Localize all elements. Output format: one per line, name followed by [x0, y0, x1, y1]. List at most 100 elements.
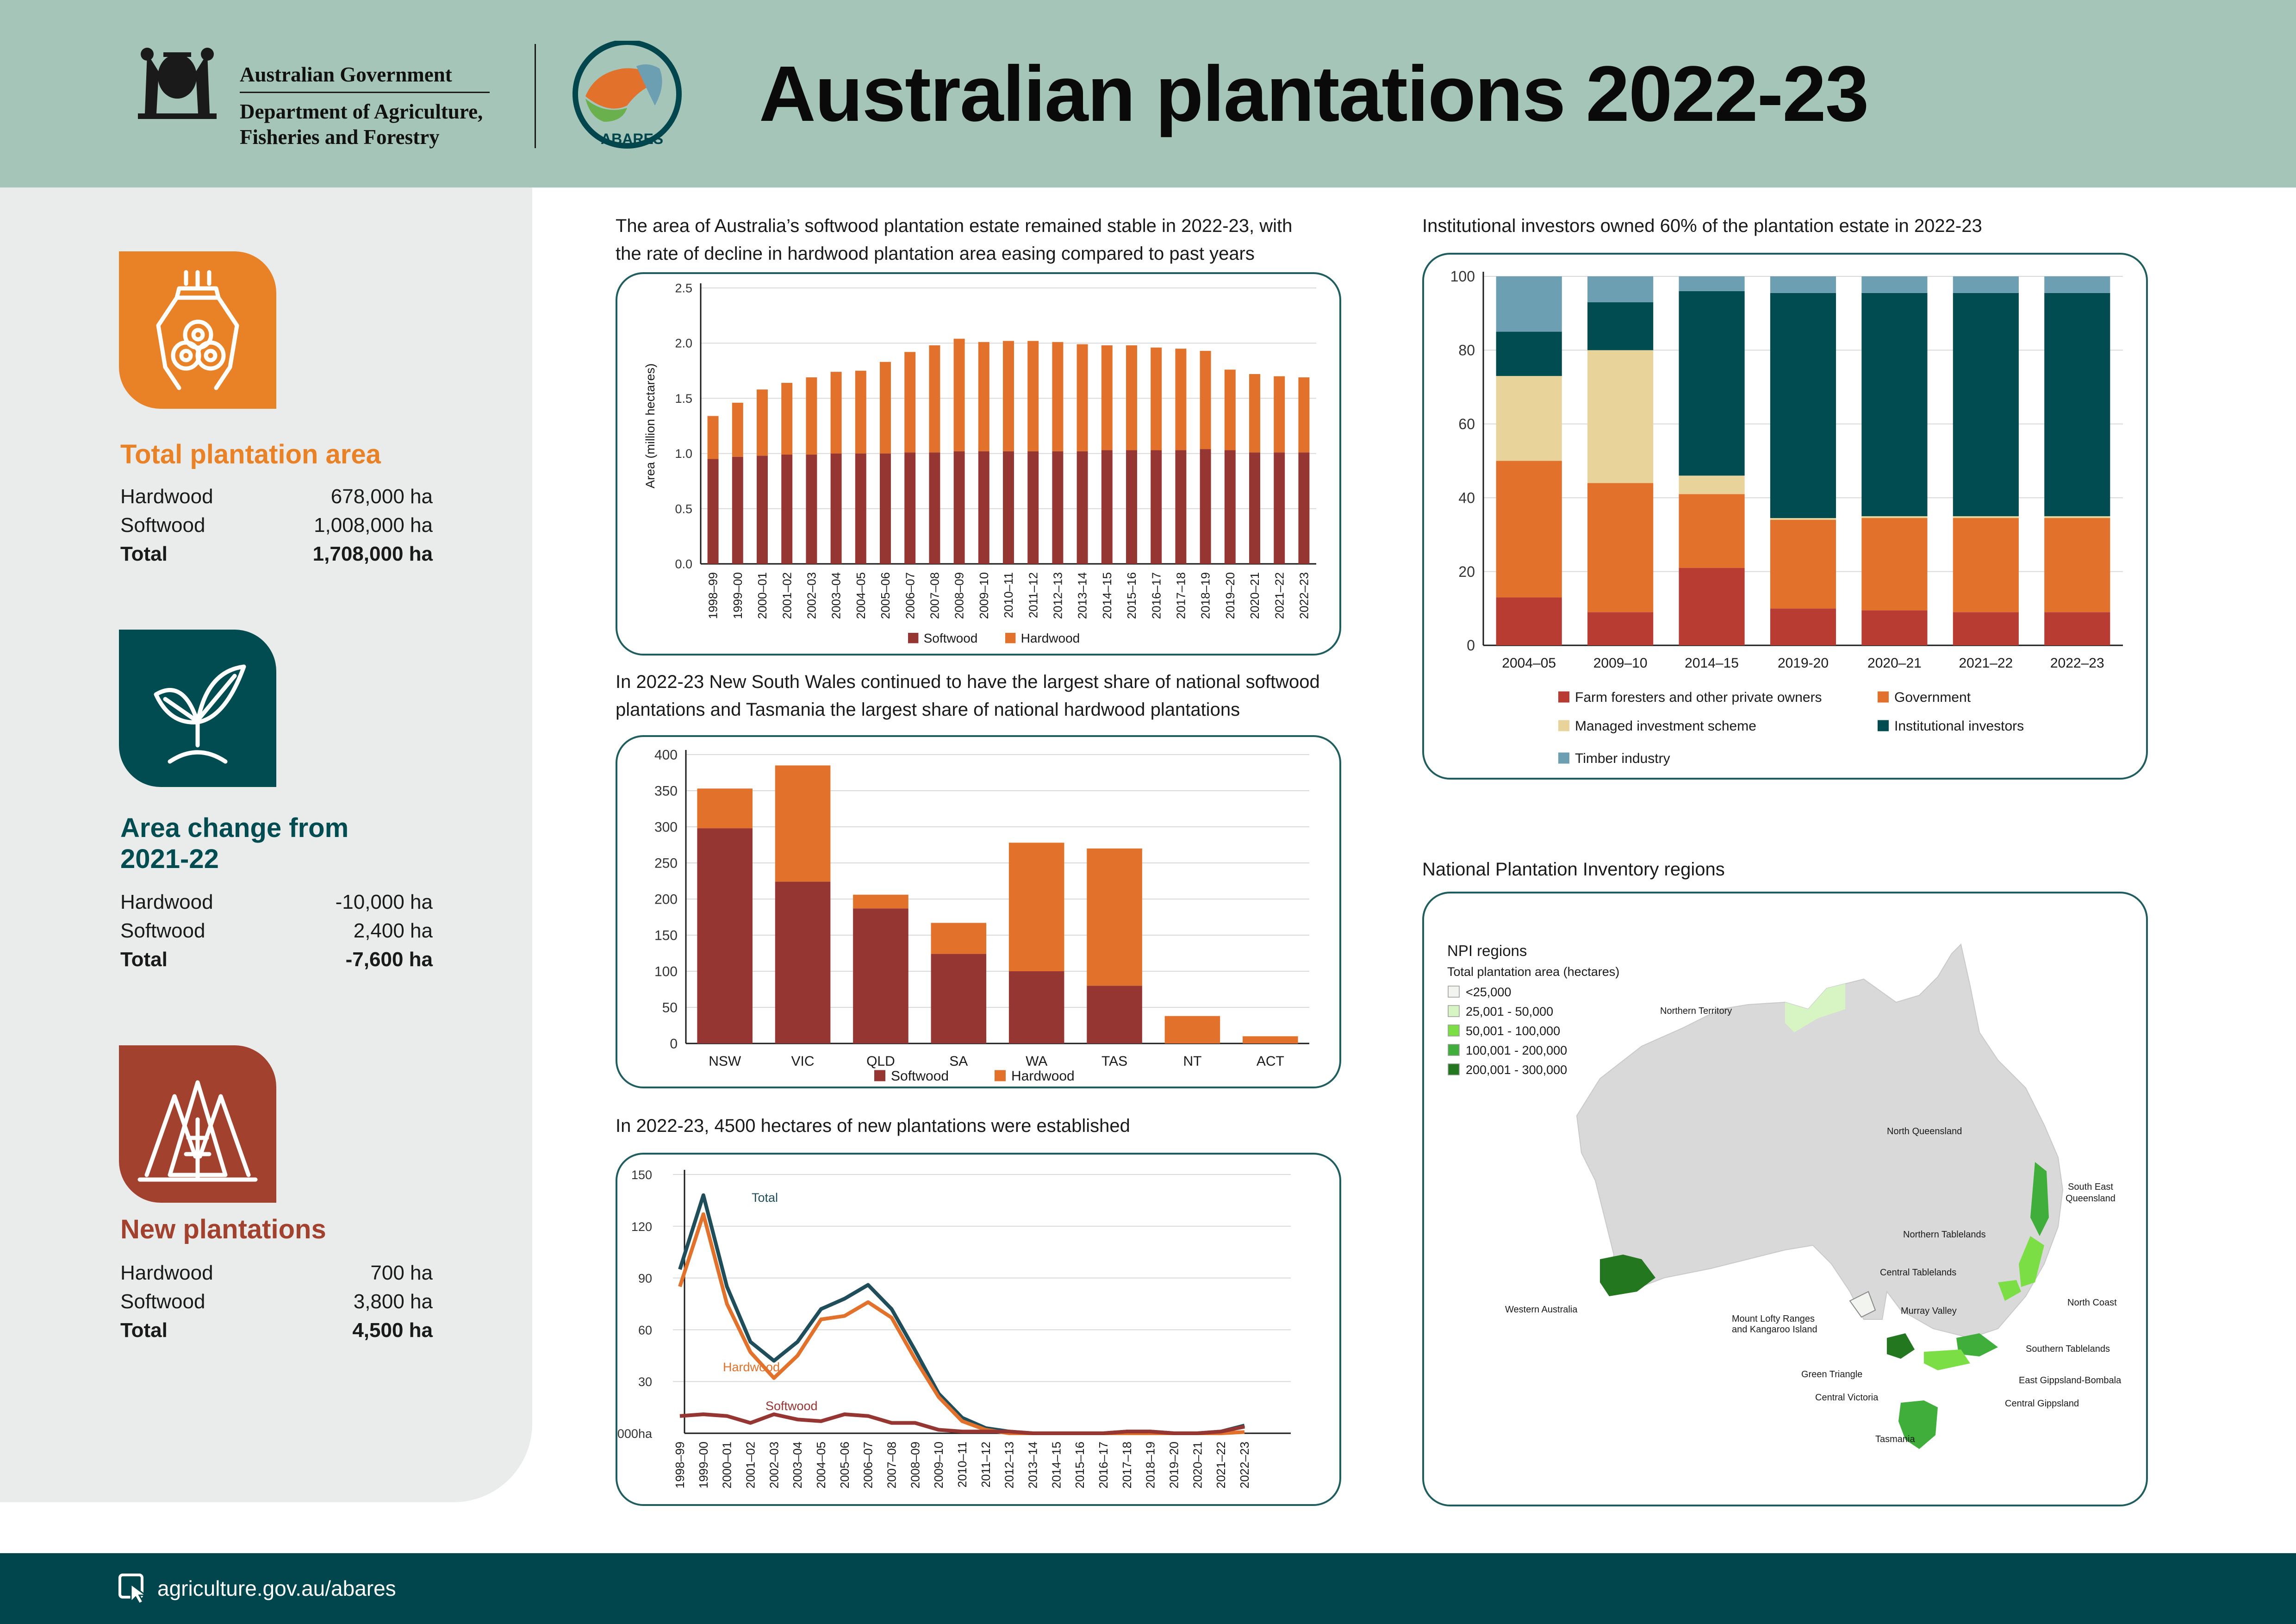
map-panel: NPI regions Total plantation area (hecta… — [1422, 892, 2148, 1506]
series-label-hardwood: Hardwood — [723, 1360, 780, 1374]
bar-segment — [2044, 516, 2110, 518]
map-legend-swatch — [1448, 1005, 1460, 1017]
bar-segment — [1496, 331, 1562, 376]
total-area-row-total: Total 1,708,000 ha — [120, 543, 433, 566]
bar-segment — [1052, 342, 1064, 451]
bar-segment — [1861, 276, 1928, 293]
bar-segment — [1243, 1036, 1298, 1043]
bar-segment — [1249, 452, 1260, 564]
region-label-ntab: Northern Tablelands — [1903, 1230, 1986, 1240]
bar-segment — [2044, 612, 2110, 645]
row-label: Total — [120, 543, 168, 565]
bar-segment — [904, 352, 916, 453]
bar-segment — [2044, 518, 2110, 612]
bar-segment — [1770, 608, 1836, 645]
y-tick-label: 0.0 — [675, 557, 692, 571]
bar-segment — [781, 383, 793, 455]
bar-segment — [1175, 450, 1187, 564]
y-axis-title: Area (million hectares) — [643, 363, 657, 488]
row-label: Total — [120, 1319, 168, 1342]
bar-segment — [978, 451, 989, 564]
y-tick-label: 400 — [654, 748, 678, 763]
bar-segment — [953, 451, 965, 564]
x-tick-label: 2020–21 — [1248, 572, 1262, 619]
x-tick-label: 2012–13 — [1002, 1442, 1016, 1488]
map-legend-label: 100,001 - 200,000 — [1466, 1043, 1567, 1057]
bar-segment — [1770, 520, 1836, 609]
bar-segment — [830, 372, 842, 454]
row-label: Total — [120, 948, 168, 971]
x-tick-label: 2004–05 — [1502, 656, 1556, 671]
x-tick-label: NT — [1183, 1054, 1201, 1069]
bar-segment — [1679, 494, 1745, 568]
x-tick-label: 2004–05 — [814, 1442, 828, 1488]
x-tick-label: 2007–08 — [928, 572, 942, 619]
bar-segment — [1953, 612, 2019, 645]
pine-trees-icon — [137, 1080, 258, 1182]
row-value: 4,500 ha — [352, 1319, 433, 1342]
x-tick-label: 2020–21 — [1867, 656, 1922, 671]
legend-label: Institutional investors — [1894, 718, 2024, 734]
x-tick-label: 2015–16 — [1125, 572, 1139, 619]
bar-segment — [1953, 276, 2019, 293]
y-tick-label: 250 — [654, 856, 678, 871]
coat-of-arms-icon — [119, 44, 235, 123]
bar-segment — [1770, 293, 1836, 518]
x-tick-label: WA — [1026, 1054, 1047, 1069]
legend-label: Softwood — [924, 631, 978, 645]
bar-segment — [1175, 349, 1187, 450]
row-value: 678,000 ha — [330, 485, 433, 508]
map-legend-subtitle: Total plantation area (hectares) — [1447, 965, 1619, 979]
map-legend: <25,000 25,001 - 50,000 50,001 - 100,000 10… — [1448, 985, 1567, 1077]
bar-segment — [1008, 971, 1064, 1043]
x-tick-label: 2002–03 — [805, 572, 819, 619]
bar-segment — [1076, 451, 1088, 564]
y-tick-label: 100 — [1450, 268, 1475, 285]
series-line-total — [678, 1193, 1245, 1435]
region-label-ncoast: North Coast — [2067, 1298, 2117, 1308]
bar-segment — [1008, 843, 1064, 971]
bar-segment — [1496, 597, 1562, 645]
bar-segment — [1587, 276, 1654, 302]
row-value: 1,708,000 ha — [312, 543, 433, 565]
x-tick-label: 2001–02 — [744, 1442, 758, 1488]
bar-segment — [1027, 451, 1039, 564]
x-tick-label: 2021–22 — [1959, 656, 2013, 671]
area-change-heading-2: 2021-22 — [120, 844, 219, 874]
new-plantations-row-hardwood: Hardwood 700 ha — [120, 1262, 433, 1285]
x-tick-label: 2019-20 — [1778, 656, 1829, 671]
bar-segment — [732, 402, 743, 457]
series-label-softwood: Softwood — [765, 1399, 818, 1413]
x-tick-label: 2000–01 — [755, 572, 769, 619]
x-tick-label: TAS — [1101, 1054, 1127, 1069]
region-label-tas: Tasmania — [1875, 1434, 1915, 1444]
gov-line-3: Fisheries and Forestry — [240, 125, 440, 149]
bar-segment — [953, 338, 965, 451]
bar-segment — [1224, 450, 1236, 564]
x-tick-label: 2005–06 — [838, 1442, 852, 1488]
y-tick-label: 120 — [631, 1220, 652, 1234]
region-label-cv: Central Victoria — [1815, 1393, 1879, 1403]
y-tick-label: 50 — [662, 1000, 678, 1016]
plantation-area-icon-box — [119, 251, 276, 409]
x-tick-label: 2021–22 — [1214, 1442, 1228, 1488]
map-legend-swatch — [1448, 1044, 1460, 1056]
map-legend-label: 50,001 - 100,000 — [1466, 1024, 1560, 1038]
new-plantations-row-total: Total 4,500 ha — [120, 1319, 433, 1342]
bar-segment — [1298, 377, 1310, 453]
page-title: Australian plantations 2022-23 — [759, 50, 1869, 138]
bar-segment — [1587, 302, 1654, 350]
map-legend-swatch — [1448, 986, 1460, 998]
region-label-seq-2: Queensland — [2066, 1193, 2116, 1204]
footer-url-link[interactable]: agriculture.gov.au/abares — [157, 1576, 396, 1601]
bar-segment — [775, 765, 831, 882]
y-tick-label: 90 — [638, 1272, 652, 1286]
bar-segment — [697, 788, 753, 829]
legend-swatch — [1878, 691, 1889, 703]
row-label: Hardwood — [120, 485, 213, 508]
y-tick-label: 350 — [654, 784, 678, 799]
x-tick-label: ACT — [1257, 1054, 1284, 1069]
bar-segment — [1496, 461, 1562, 598]
region-label-egb: East Gippsland-Bombala — [2019, 1375, 2122, 1386]
row-label: Softwood — [120, 514, 205, 537]
